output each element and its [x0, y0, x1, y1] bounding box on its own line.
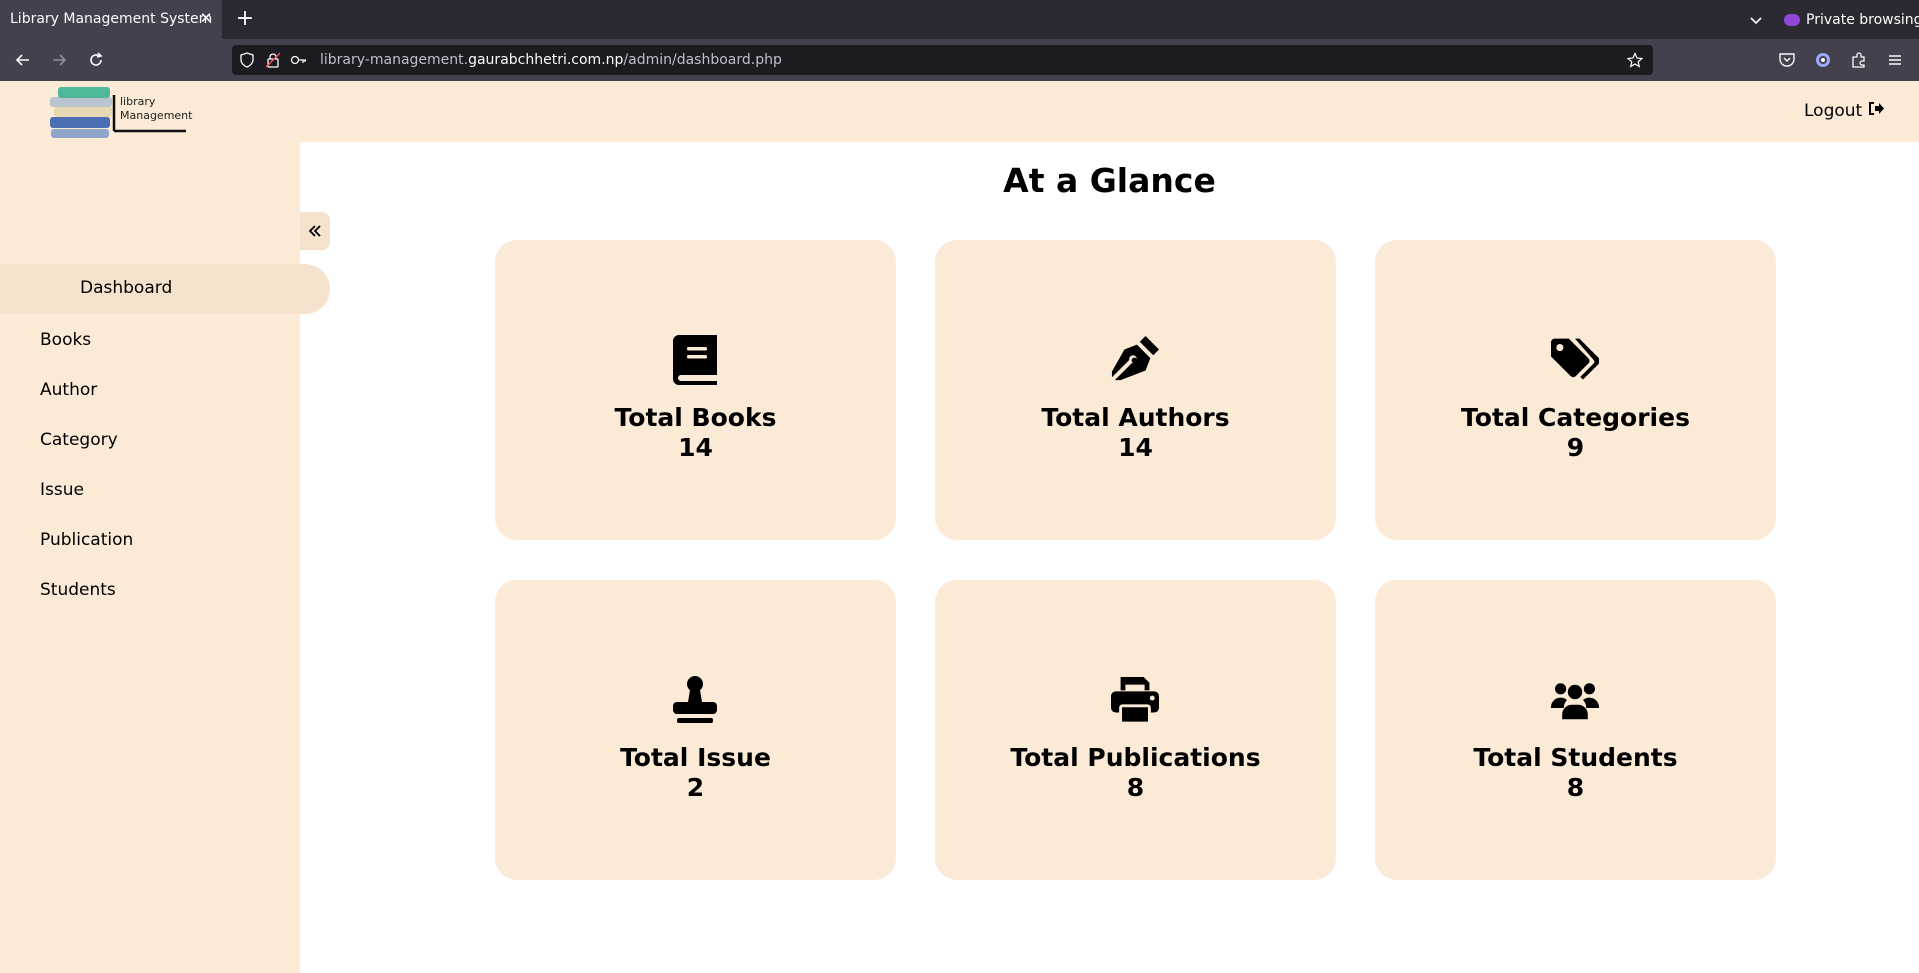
url-text[interactable]: library-management.gaurabchhetri.com.np/…	[320, 52, 782, 68]
stat-card-authors: Total Authors 14	[935, 240, 1336, 540]
private-mask-icon	[1784, 14, 1800, 26]
print-icon	[1111, 676, 1159, 724]
forward-arrow-icon[interactable]	[47, 48, 71, 72]
stat-card-books: Total Books 14	[495, 240, 896, 540]
stat-value: 14	[678, 433, 713, 462]
vpn-globe-icon[interactable]	[1812, 49, 1834, 71]
url-prefix: library-management.	[320, 52, 469, 68]
browser-tab[interactable]: Library Management System ✕	[0, 0, 222, 39]
logout-button[interactable]: Logout	[1804, 101, 1885, 121]
stat-label: Total Categories	[1461, 403, 1690, 432]
sidebar-item-label: Dashboard	[80, 278, 173, 298]
stat-card-issue: Total Issue 2	[495, 580, 896, 880]
private-browsing-label: Private browsing	[1806, 12, 1919, 28]
sidebar-item-publication[interactable]: Publication	[40, 530, 133, 550]
url-path: /admin/dashboard.php	[623, 52, 782, 68]
logo-text: library Management	[120, 95, 192, 123]
stat-label: Total Publications	[1010, 743, 1261, 772]
back-arrow-icon[interactable]	[11, 48, 35, 72]
private-browsing-indicator: Private browsing	[1784, 10, 1919, 30]
sidebar-item-students[interactable]: Students	[40, 580, 116, 600]
stat-value: 8	[1126, 773, 1145, 802]
bookmark-star-icon[interactable]	[1626, 51, 1644, 69]
stat-value: 2	[686, 773, 705, 802]
double-chevron-left-icon	[308, 225, 321, 237]
page-title: At a Glance	[1003, 161, 1216, 200]
site-header: library Management Logout	[0, 81, 1919, 142]
users-icon	[1551, 676, 1599, 724]
sidebar: Dashboard Books Author Category Issue Pu…	[0, 142, 330, 973]
site-logo[interactable]: library Management	[48, 85, 192, 139]
chevron-down-icon[interactable]	[1746, 10, 1766, 30]
stat-label: Total Students	[1473, 743, 1678, 772]
extensions-icon[interactable]	[1848, 49, 1870, 71]
browser-navbar: library-management.gaurabchhetri.com.np/…	[0, 39, 1919, 81]
stat-value: 14	[1118, 433, 1153, 462]
stat-label: Total Issue	[620, 743, 771, 772]
logout-label: Logout	[1804, 101, 1863, 121]
collapse-sidebar-button[interactable]	[300, 212, 330, 250]
stat-card-categories: Total Categories 9	[1375, 240, 1776, 540]
browser-tabbar: Library Management System ✕ + Private br…	[0, 0, 1919, 39]
stat-value: 9	[1566, 433, 1585, 462]
close-tab-icon[interactable]: ✕	[198, 9, 214, 27]
shield-icon[interactable]	[238, 51, 256, 69]
page: library Management Logout Dashboard Book…	[0, 81, 1919, 973]
hamburger-menu-icon[interactable]	[1884, 49, 1906, 71]
sidebar-item-author[interactable]: Author	[40, 380, 97, 400]
sidebar-item-issue[interactable]: Issue	[40, 480, 84, 500]
stat-label: Total Books	[614, 403, 777, 432]
reload-icon[interactable]	[84, 48, 108, 72]
sidebar-item-category[interactable]: Category	[40, 430, 118, 450]
pen-nib-icon	[1111, 336, 1159, 384]
lock-icon[interactable]	[264, 51, 282, 69]
key-icon[interactable]	[290, 51, 308, 69]
sidebar-item-books[interactable]: Books	[40, 330, 91, 350]
stat-label: Total Authors	[1041, 403, 1230, 432]
sign-out-icon	[1868, 101, 1885, 121]
stamp-icon	[671, 676, 719, 724]
stat-card-students: Total Students 8	[1375, 580, 1776, 880]
sidebar-item-dashboard[interactable]: Dashboard	[0, 264, 330, 314]
url-domain: gaurabchhetri.com.np	[468, 52, 624, 68]
stat-value: 8	[1566, 773, 1585, 802]
stat-card-publications: Total Publications 8	[935, 580, 1336, 880]
url-bar[interactable]: library-management.gaurabchhetri.com.np/…	[232, 45, 1653, 75]
logo-line-2: Management	[120, 109, 193, 122]
logo-line-1: library	[120, 95, 156, 108]
book-icon	[671, 335, 719, 385]
pocket-icon[interactable]	[1776, 49, 1798, 71]
tab-title: Library Management System	[10, 11, 213, 27]
new-tab-icon[interactable]: +	[235, 7, 255, 31]
tags-icon	[1551, 336, 1599, 384]
